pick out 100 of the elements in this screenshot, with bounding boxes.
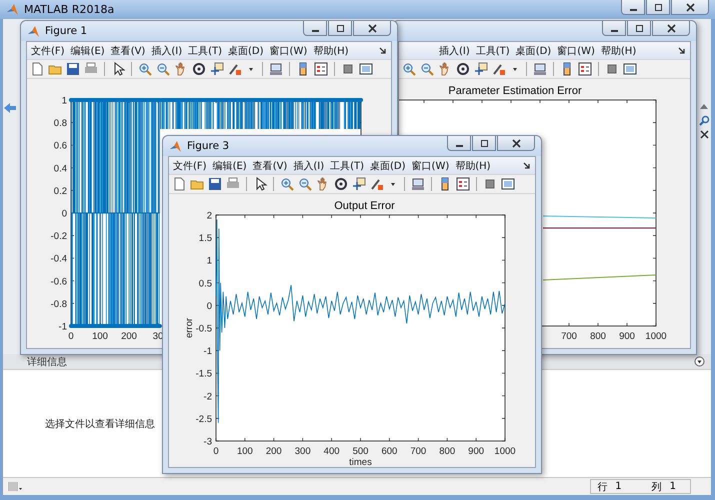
menu-item[interactable]: 窗口(W) [557, 44, 595, 58]
tick-label: 300 [294, 446, 311, 457]
close-button[interactable] [353, 21, 391, 36]
printer-icon[interactable] [226, 177, 240, 191]
tick-label: 900 [468, 446, 484, 457]
tick-label: -2.5 [196, 414, 212, 425]
square-icon[interactable] [483, 177, 497, 191]
minimize-button[interactable] [303, 21, 327, 36]
legend-icon[interactable] [578, 62, 592, 76]
close-icon[interactable] [512, 138, 520, 148]
maximize-icon[interactable] [336, 24, 344, 32]
zoom-out-icon[interactable] [156, 62, 170, 76]
dropdown-icon[interactable] [694, 356, 705, 367]
close-icon[interactable] [368, 24, 376, 32]
square-icon[interactable] [605, 62, 619, 76]
dock-arrow-icon[interactable] [523, 162, 531, 170]
close-icon[interactable] [700, 130, 708, 139]
menu-item[interactable]: 插入(I) [439, 44, 470, 58]
menu-item[interactable]: 帮助(H) [600, 44, 636, 58]
tick-label: 1000 [494, 446, 516, 457]
printer-icon[interactable] [84, 62, 98, 76]
rotate-icon[interactable] [192, 62, 206, 76]
menu-item[interactable]: 工具(T) [476, 44, 510, 58]
menu-item[interactable]: 查看(V) [110, 44, 146, 58]
maximize-icon[interactable] [480, 138, 488, 148]
close-button[interactable] [497, 136, 535, 151]
menu-item[interactable]: 工具(T) [330, 158, 364, 172]
save-icon[interactable] [208, 177, 222, 191]
dock-arrow-icon[interactable] [379, 46, 387, 54]
tick-label: 2 [206, 210, 212, 222]
close-button[interactable] [652, 21, 690, 36]
tick-label: -1 [204, 346, 212, 358]
data-cursor-icon[interactable] [474, 62, 488, 76]
display-icon[interactable] [411, 177, 425, 191]
column-number: 1 [670, 481, 676, 492]
minimize-button[interactable] [621, 0, 645, 15]
menu-item[interactable]: 插入(I) [293, 158, 324, 172]
minimize-button[interactable] [602, 21, 626, 36]
y-axis-label: error [184, 318, 195, 338]
new-file-icon[interactable] [30, 62, 44, 76]
brush-icon[interactable] [228, 62, 242, 76]
zoom-in-icon[interactable] [138, 62, 152, 76]
menu-item[interactable]: 窗口(W) [412, 158, 450, 172]
panel-icon[interactable] [623, 62, 637, 76]
square-icon[interactable] [341, 62, 355, 76]
dock-arrow-icon[interactable] [678, 46, 686, 54]
menu-item[interactable]: 桌面(D) [370, 158, 406, 172]
tick-label: 1 [206, 256, 212, 267]
menu-item[interactable]: 帮助(H) [455, 158, 491, 172]
window-title: MATLAB R2018a [24, 3, 114, 16]
tick-label: -2 [204, 391, 212, 402]
menu-item[interactable]: 编辑(E) [70, 44, 105, 58]
close-icon[interactable] [666, 24, 676, 32]
grip-icon[interactable] [7, 481, 23, 492]
brush-icon[interactable] [492, 62, 506, 76]
brush-icon[interactable] [370, 177, 384, 191]
zoom-out-icon[interactable] [420, 62, 434, 76]
matlab-logo-icon [27, 24, 40, 38]
x-axis-label: times [349, 457, 372, 467]
panel-icon[interactable] [501, 177, 515, 191]
zoom-in-icon[interactable] [280, 177, 294, 191]
zoom-in-icon[interactable] [402, 62, 416, 76]
menu-item[interactable]: 桌面(D) [228, 44, 264, 58]
display-icon[interactable] [269, 62, 283, 76]
tick-label: -1 [58, 322, 67, 332]
menu-item[interactable]: 编辑(E) [212, 158, 247, 172]
menu-item[interactable]: 帮助(H) [313, 44, 349, 58]
display-icon[interactable] [533, 62, 547, 76]
tick-label: 0 [206, 300, 212, 312]
zoom-out-icon[interactable] [298, 177, 312, 191]
maximize-button[interactable] [472, 136, 496, 151]
tick-label: -0.4 [50, 254, 67, 265]
legend-icon[interactable] [456, 177, 470, 191]
rotate-icon[interactable] [334, 177, 348, 191]
rotate-icon[interactable] [456, 62, 470, 76]
panel-icon[interactable] [359, 62, 373, 76]
back-arrow-icon[interactable] [3, 102, 17, 114]
menu-item[interactable]: 插入(I) [151, 44, 182, 58]
data-cursor-icon[interactable] [210, 62, 224, 76]
maximize-icon[interactable] [634, 24, 644, 32]
data-cursor-icon[interactable] [352, 177, 366, 191]
maximize-button[interactable] [646, 0, 670, 15]
menu-item[interactable]: 窗口(W) [270, 44, 308, 58]
menu-item[interactable]: 查看(V) [252, 158, 288, 172]
close-button[interactable] [671, 0, 709, 15]
tick-label: 1000 [645, 331, 667, 342]
menu-item[interactable]: 工具(T) [188, 44, 222, 58]
search-icon[interactable] [698, 115, 710, 126]
maximize-button[interactable] [328, 21, 352, 36]
maximize-button[interactable] [627, 21, 651, 36]
maximize-icon[interactable] [654, 2, 662, 12]
close-icon[interactable] [686, 2, 694, 12]
window-title: Figure 3 [187, 140, 230, 152]
menu-item[interactable]: 文件(F) [31, 44, 65, 58]
save-icon[interactable] [66, 62, 80, 76]
legend-icon[interactable] [314, 62, 328, 76]
menu-item[interactable]: 桌面(D) [516, 44, 552, 58]
new-file-icon[interactable] [172, 177, 186, 191]
menu-item[interactable]: 文件(F) [173, 158, 207, 172]
minimize-button[interactable] [447, 136, 471, 151]
